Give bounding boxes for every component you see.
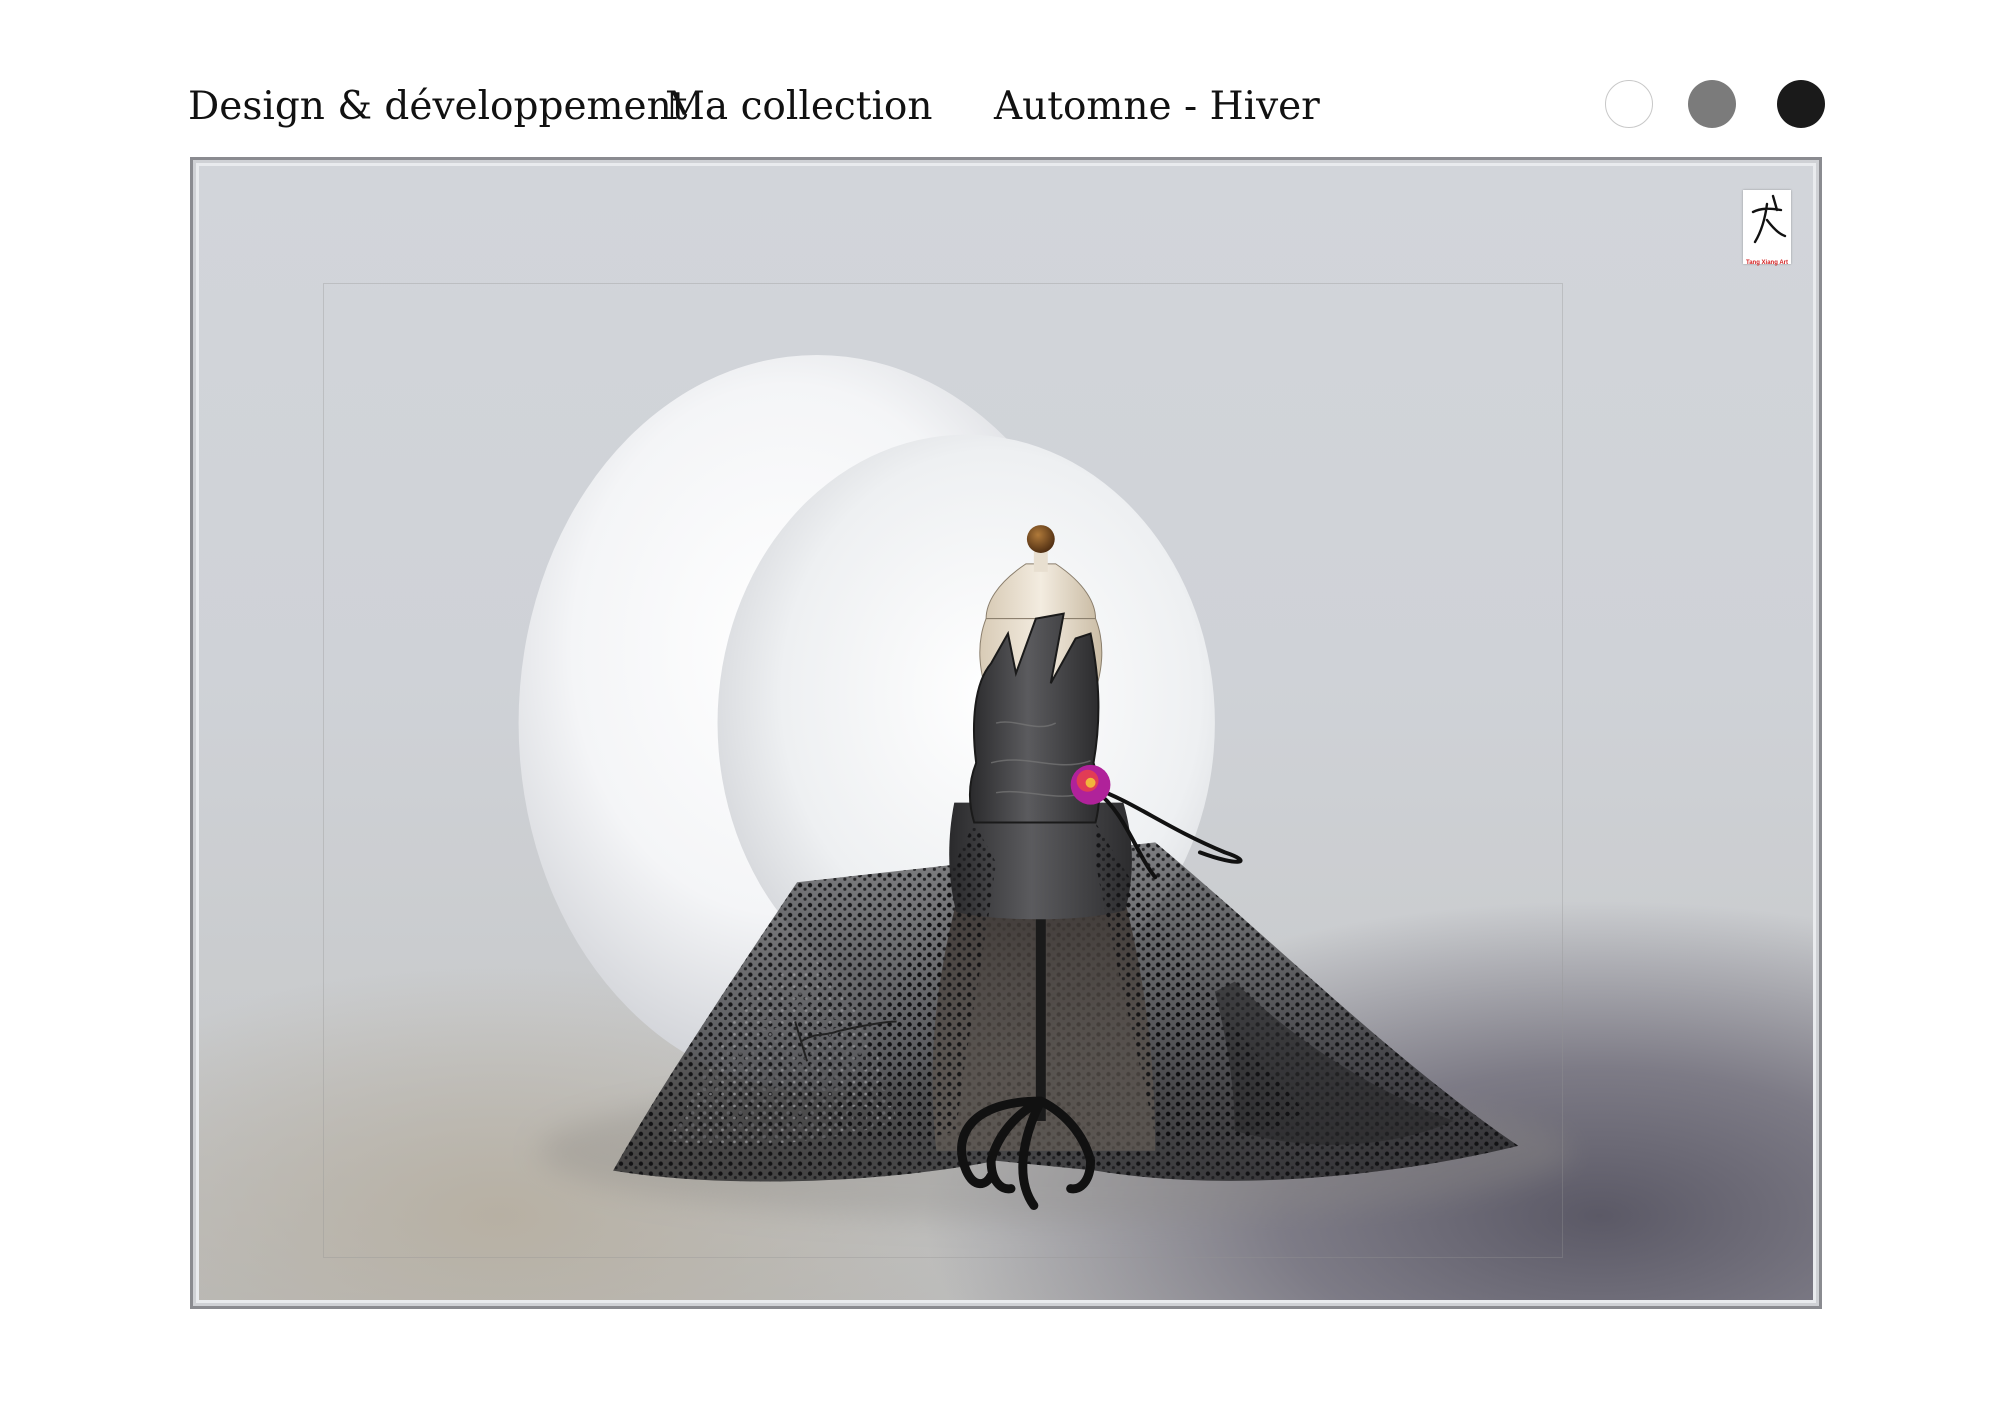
season-title: Automne - Hiver: [994, 83, 1320, 129]
swatch-black[interactable]: [1777, 80, 1825, 128]
logo-caption: Tang Xiang Art: [1746, 260, 1788, 266]
calligraphy-logo-icon: [1751, 194, 1787, 244]
artist-logo: Tang Xiang Art: [1743, 190, 1791, 266]
page-title-design: Design & développement: [188, 83, 688, 129]
flower-brooch: [1070, 764, 1111, 805]
color-swatches: [1605, 80, 1825, 132]
swatch-grey[interactable]: [1688, 80, 1736, 128]
swatch-white[interactable]: [1605, 80, 1653, 128]
fashion-illustration: [518, 355, 1574, 1221]
artwork-canvas: Tang Xiang Art: [199, 166, 1813, 1300]
mannequin-pole: [1035, 892, 1046, 1121]
collection-title: Ma collection: [665, 83, 933, 129]
mannequin-knob: [1026, 525, 1055, 553]
artwork-frame: Tang Xiang Art: [190, 157, 1822, 1309]
